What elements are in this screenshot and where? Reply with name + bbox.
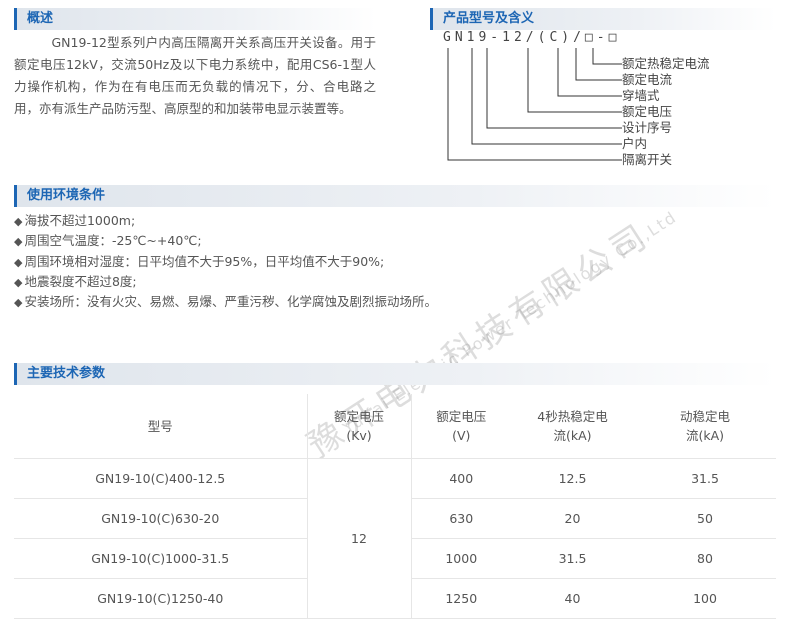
header-rated-voltage-kv: 额定电压(Kv) [306, 394, 412, 459]
legend-label-indoor: 户内 [622, 136, 648, 151]
cell-rated-voltage-v: 1250 [411, 578, 511, 619]
environment-item: 海拔不超过1000m; [14, 211, 437, 231]
environment-item: 安装场所：没有火灾、易燃、易爆、严重污秽、化学腐蚀及剧烈振动场所。 [14, 292, 437, 312]
legend-label-rated-thermal-current: 额定热稳定电流 [622, 56, 710, 71]
cell-dynamic-current: 31.5 [634, 458, 776, 499]
header-model: 型号 [14, 394, 307, 459]
cell-rated-voltage-v: 630 [411, 498, 511, 539]
legend-label-wall-type: 穿墙式 [622, 88, 660, 103]
cell-dynamic-current: 100 [634, 578, 776, 619]
specs-section-header: 主要技术参数 [14, 363, 776, 385]
header-thermal-current: 4秒热稳定电流(kA) [511, 394, 634, 459]
specs-heading: 主要技术参数 [27, 366, 106, 381]
header-rated-voltage-v-text: 额定电压(V) [436, 409, 487, 443]
cell-rated-voltage-v: 1000 [411, 538, 511, 579]
cell-model: GN19-10(C)1000-31.5 [14, 538, 307, 579]
cell-thermal-current: 12.5 [511, 458, 634, 499]
environment-item: 地震裂度不超过8度; [14, 272, 437, 292]
cell-dynamic-current: 80 [634, 538, 776, 579]
table-row: GN19-10(C)400-12.5 12 400 12.5 31.5 [14, 458, 776, 619]
overview-text: GN19-12型系列户内高压隔离开关系高压开关设备。用于额定电压12kV，交流5… [14, 32, 376, 120]
environment-item: 周围空气温度：-25℃~+40℃; [14, 231, 437, 251]
legend-label-disconnector: 隔离开关 [622, 152, 673, 167]
model-code-legend-diagram [447, 48, 622, 161]
header-rated-voltage-v: 额定电压(V) [411, 394, 511, 459]
specs-table: 型号 额定电压(Kv) 额定电压(V) 4秒热稳定电流(kA) 动稳定电流(kA… [14, 394, 776, 619]
cell-model: GN19-10(C)1250-40 [14, 578, 307, 619]
cell-thermal-current: 31.5 [511, 538, 634, 579]
cell-rated-voltage-kv: 12 [306, 458, 412, 619]
environment-list: 海拔不超过1000m; 周围空气温度：-25℃~+40℃; 周围环境相对湿度：日… [14, 211, 437, 312]
environment-section-header: 使用环境条件 [14, 185, 776, 207]
header-thermal-current-text: 4秒热稳定电流(kA) [537, 409, 608, 443]
overview-heading: 概述 [27, 11, 54, 26]
cell-rated-voltage-v: 400 [411, 458, 511, 499]
overview-section-header: 概述 [14, 8, 376, 30]
model-meaning-heading: 产品型号及含义 [443, 11, 535, 26]
environment-heading: 使用环境条件 [27, 188, 106, 203]
overview-paragraph: GN19-12型系列户内高压隔离开关系高压开关设备。用于额定电压12kV，交流5… [14, 35, 376, 116]
header-rated-voltage-kv-text: 额定电压(Kv) [333, 409, 384, 443]
model-meaning-section-header: 产品型号及含义 [430, 8, 776, 30]
legend-label-rated-voltage: 额定电压 [622, 104, 673, 119]
model-code: GN19-12/(C)/□-□ [443, 30, 621, 45]
cell-thermal-current: 40 [511, 578, 634, 619]
cell-dynamic-current: 50 [634, 498, 776, 539]
environment-item: 周围环境相对湿度：日平均值不大于95%，日平均值不大于90%; [14, 252, 437, 272]
header-dynamic-current-text: 动稳定电流(kA) [679, 409, 730, 443]
cell-model: GN19-10(C)400-12.5 [14, 458, 307, 499]
cell-thermal-current: 20 [511, 498, 634, 539]
legend-label-rated-current: 额定电流 [622, 72, 673, 87]
header-dynamic-current: 动稳定电流(kA) [634, 394, 776, 459]
cell-model: GN19-10(C)630-20 [14, 498, 307, 539]
table-header-row: 型号 额定电压(Kv) 额定电压(V) 4秒热稳定电流(kA) 动稳定电流(kA… [14, 394, 776, 459]
legend-label-design-number: 设计序号 [622, 120, 673, 135]
